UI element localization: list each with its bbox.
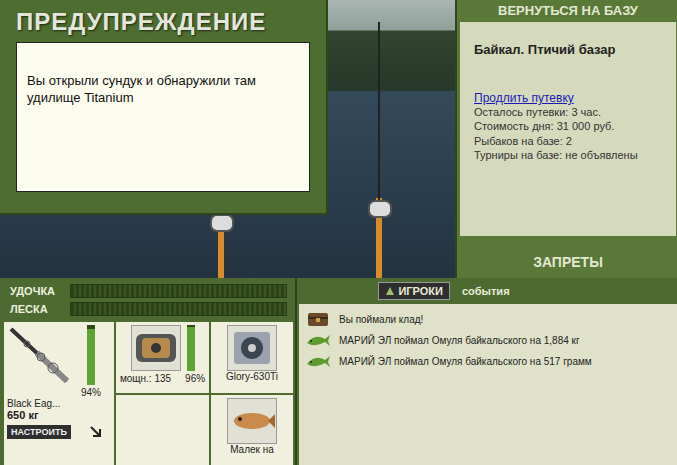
game-screen: ПРЕДУПРЕЖДЕНИЕ Вы открыли сундук и обнару… <box>0 0 677 465</box>
bans-button[interactable]: ЗАПРЕТЫ <box>457 246 677 278</box>
event-row: МАРИЙ ЭЛ поймал Омуля байкальского на 51… <box>305 352 671 370</box>
meter-row: УДОЧКА <box>10 284 287 298</box>
base-panel: ВЕРНУТЬСЯ НА БАЗУ Байкал. Птичий базар Про… <box>455 0 677 278</box>
meter-track <box>70 284 287 298</box>
info-line: Рыбаков на базе: 2 <box>474 134 662 148</box>
tabs: ИГРОКИ события <box>297 278 597 304</box>
configure-button[interactable]: НАСТРОИТЬ <box>7 425 71 439</box>
event-row: Вы поймали клад! <box>305 310 671 328</box>
arrow-icon[interactable] <box>89 425 103 439</box>
lure-slot[interactable]: Малек на <box>211 395 293 465</box>
info-line: Стоимость дня: 31 000 руб. <box>474 119 662 133</box>
reel-icon <box>210 214 234 232</box>
warning-dialog: ПРЕДУПРЕЖДЕНИЕ Вы открыли сундук и обнару… <box>0 0 328 215</box>
empty-slot[interactable] <box>116 395 209 465</box>
tackle-slots: 94% Black Eag...650 кг НАСТРОИТЬ мощн.: 135… <box>0 320 295 465</box>
reel-power: мощн.: 135 <box>120 373 171 384</box>
info-line: Осталось путевки: 3 час. <box>474 105 662 119</box>
reel-icon <box>131 325 181 371</box>
event-row: МАРИЙ ЭЛ поймал Омуля байкальского на 1,… <box>305 331 671 349</box>
lake-scene: ПРЕДУПРЕЖДЕНИЕ Вы открыли сундук и обнару… <box>0 0 455 278</box>
rod-load: 650 кг <box>7 409 39 421</box>
rod-right[interactable] <box>376 198 382 278</box>
chest-icon <box>305 310 331 328</box>
rod-icon <box>7 325 77 385</box>
meter-label: УДОЧКА <box>10 285 62 297</box>
warning-title: ПРЕДУПРЕЖДЕНИЕ <box>16 8 310 36</box>
rod-wear: 94% <box>81 387 101 398</box>
bottom-area: УДОЧКА ЛЕСКА 94% Black Eag...650 кг НАСТРОИТ… <box>0 278 677 465</box>
extend-link[interactable]: Продлить путевку <box>474 91 662 105</box>
rod-wear-meter <box>87 325 95 385</box>
reel-slot[interactable]: мощн.: 135 96% <box>116 322 209 393</box>
line-spool-icon <box>227 325 277 371</box>
events-panel: ИГРОКИ события Вы поймали клад! МАРИЙ ЭЛ п… <box>295 278 677 465</box>
meter-track <box>70 302 287 316</box>
reel-icon <box>368 200 392 218</box>
reel-wear-meter <box>187 325 195 371</box>
rod-left[interactable] <box>218 212 224 278</box>
meter-row: ЛЕСКА <box>10 302 287 316</box>
event-text: МАРИЙ ЭЛ поймал Омуля байкальского на 51… <box>339 356 592 367</box>
lure-icon <box>227 398 277 444</box>
meter-label: ЛЕСКА <box>10 303 62 315</box>
warning-message: Вы открыли сундук и обнаружили там удили… <box>16 42 310 192</box>
event-text: Вы поймали клад! <box>339 314 423 325</box>
info-line: Турниры на базе: не объявлены <box>474 148 662 162</box>
rod-tip <box>378 22 380 200</box>
event-text: МАРИЙ ЭЛ поймал Омуля байкальского на 1,… <box>339 335 580 346</box>
tab[interactable]: ИГРОКИ <box>378 282 450 300</box>
rod-slot[interactable]: 94% Black Eag...650 кг НАСТРОИТЬ <box>4 322 114 465</box>
fish-icon <box>305 352 331 370</box>
back-to-base-button[interactable]: ВЕРНУТЬСЯ НА БАЗУ <box>457 0 677 22</box>
reel-wear: 96% <box>185 373 205 384</box>
rod-name: Black Eag... <box>7 398 60 409</box>
line-name: Glory-630Ti <box>226 371 278 382</box>
meters: УДОЧКА ЛЕСКА <box>0 278 295 320</box>
event-list: Вы поймали клад! МАРИЙ ЭЛ поймал Омуля ба… <box>299 304 677 465</box>
top-area: ПРЕДУПРЕЖДЕНИЕ Вы открыли сундук и обнару… <box>0 0 677 278</box>
tackle-panel: УДОЧКА ЛЕСКА 94% Black Eag...650 кг НАСТРОИТ… <box>0 278 295 465</box>
lure-name: Малек на <box>230 444 274 455</box>
base-info: Байкал. Птичий базар Продлить путевкуОста… <box>460 22 676 236</box>
base-name: Байкал. Птичий базар <box>474 42 662 57</box>
line-slot[interactable]: Glory-630Ti <box>211 322 293 393</box>
arrow-up-icon <box>385 286 395 296</box>
fish-icon <box>305 331 331 349</box>
tab[interactable]: события <box>456 283 516 299</box>
